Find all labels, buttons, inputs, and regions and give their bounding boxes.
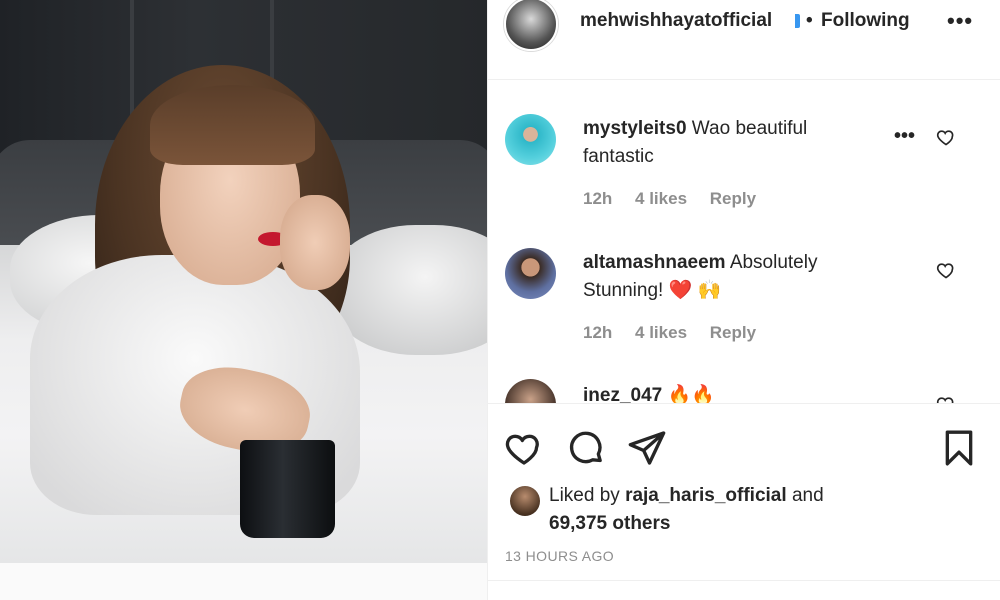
following-button[interactable]: Following [821,10,910,32]
comment-more-icon[interactable]: ••• [894,125,915,148]
post-detail-pane: mehwishhayatofficial • Following ••• mys… [487,0,1000,600]
paper-plane-icon[interactable] [627,428,667,468]
commenter-username[interactable]: mystyleits0 [583,118,687,139]
liker-avatar[interactable] [510,486,540,516]
comment-likes[interactable]: 4 likes [635,189,687,208]
liked-by-summary: Liked by raja_haris_official and 69,375 … [549,482,909,538]
heart-outline-icon[interactable] [504,428,544,468]
comment-reply-button[interactable]: Reply [710,323,756,342]
commenter-avatar[interactable] [505,379,556,403]
comment-text: 🔥🔥 [667,385,715,403]
comment-time: 12h [583,189,613,208]
liked-by-others[interactable]: 69,375 others [549,513,670,534]
divider [488,580,1000,581]
post-actions-section: Liked by raja_haris_official and 69,375 … [488,403,1000,600]
liked-by-user[interactable]: raja_haris_official [625,485,787,506]
bookmark-icon[interactable] [939,428,979,468]
commenter-username[interactable]: altamashnaeem [583,252,726,273]
liked-by-prefix: Liked by [549,485,620,506]
comment-reply-button[interactable]: Reply [710,189,756,208]
liked-by-and: and [791,485,824,506]
more-options-icon[interactable]: ••• [947,8,973,34]
author-username[interactable]: mehwishhayatofficial [580,10,772,32]
post-image[interactable] [0,0,487,563]
commenter-avatar[interactable] [505,114,556,165]
comment-item: inez_047 🔥🔥 [488,356,1000,403]
comment-like-icon[interactable] [936,394,956,403]
comment-likes[interactable]: 4 likes [635,323,687,342]
post-timestamp[interactable]: 13 HOURS AGO [505,548,614,564]
comment-time: 12h [583,323,613,342]
comment-item: mystyleits0 Wao beautiful fantastic ••• … [488,81,1000,221]
commenter-avatar[interactable] [505,248,556,299]
comment-like-icon[interactable] [936,127,956,147]
comment-item: altamashnaeem Absolutely Stunning! ❤️ 🙌 … [488,221,1000,356]
comment-like-icon[interactable] [936,260,956,280]
separator-dot: • [806,10,813,31]
commenter-username[interactable]: inez_047 [583,385,662,403]
comment-bubble-icon[interactable] [566,428,606,468]
author-avatar[interactable] [504,0,558,51]
comments-list[interactable]: mystyleits0 Wao beautiful fantastic ••• … [488,81,1000,403]
verified-badge-icon [792,14,800,28]
post-header: mehwishhayatofficial • Following ••• [488,0,1000,80]
